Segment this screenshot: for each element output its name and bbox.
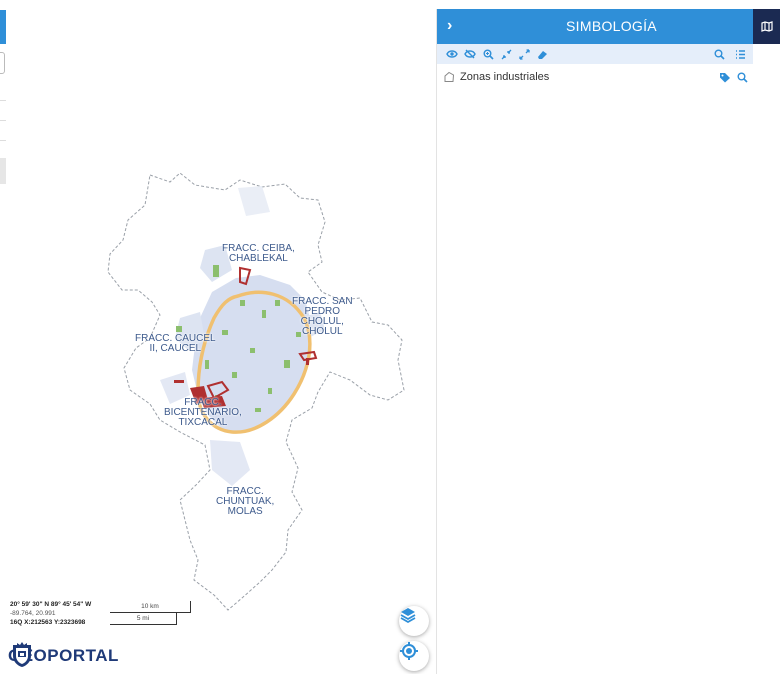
search-icon[interactable]: [712, 47, 726, 61]
polygon-icon: [444, 71, 455, 82]
map-label-bicentenario: FRACC. BICENTENARIO, TIXCACAL: [164, 397, 242, 428]
legend-panel: › SIMBOLOGÍA Zonas industriales: [436, 9, 754, 674]
scale-mi: 5 mi: [110, 613, 177, 625]
scale-bar: 10 km 5 mi: [110, 601, 192, 629]
tag-icon[interactable]: [719, 72, 731, 83]
divider: [0, 120, 6, 121]
divider: [0, 100, 6, 101]
coord-dms: 20° 59' 30" N 89° 45' 54" W: [10, 601, 92, 608]
map-label-san-pedro: FRACC. SAN PEDRO CHOLUL, CHOLUL: [292, 296, 353, 337]
map-canvas[interactable]: [0, 0, 436, 674]
coord-utm: 16Q X:212563 Y:2323698: [10, 619, 86, 626]
left-panel-item[interactable]: [0, 158, 6, 184]
map-label-caucel: FRACC. CAUCEL II, CAUCEL: [135, 333, 216, 354]
brand[interactable]: GEOPORTAL: [8, 641, 119, 671]
panel-title: SIMBOLOGÍA: [566, 18, 657, 34]
map-view[interactable]: FRACC. CEIBA, CHABLEKAL FRACC. SAN PEDRO…: [0, 0, 436, 674]
legend-toolbar: [437, 44, 754, 64]
layer-name: Zonas industriales: [460, 71, 550, 83]
locate-icon: [400, 642, 418, 660]
expand-icon[interactable]: [517, 47, 531, 61]
layers-button[interactable]: [399, 606, 429, 636]
left-toolbar-edge: [0, 0, 6, 674]
layer-item[interactable]: Zonas industriales: [443, 70, 749, 86]
map-label-ceiba: FRACC. CEIBA, CHABLEKAL: [222, 243, 295, 264]
divider: [0, 140, 6, 141]
right-sidebar: [753, 0, 780, 674]
eraser-icon[interactable]: [535, 47, 549, 61]
eye-icon[interactable]: [445, 47, 459, 61]
zoom-in-icon[interactable]: [481, 47, 495, 61]
eye-off-icon[interactable]: [463, 47, 477, 61]
map-icon: [760, 21, 773, 32]
map-label-chuntuak: FRACC. CHUNTUAK, MOLAS: [216, 486, 275, 517]
scale-km: 10 km: [110, 601, 191, 613]
panel-header: › SIMBOLOGÍA: [437, 9, 754, 44]
left-panel-tab[interactable]: [0, 10, 6, 44]
collapse-icon[interactable]: [499, 47, 513, 61]
zoom-icon[interactable]: [737, 72, 748, 83]
side-tab-map[interactable]: [753, 9, 780, 44]
locate-button[interactable]: [399, 641, 429, 671]
coat-of-arms-icon: [13, 642, 31, 667]
coordinates-readout: 20° 59' 30" N 89° 45' 54" W -89.764, 20.…: [8, 598, 112, 634]
coord-decimal: -89.764, 20.991: [10, 610, 56, 617]
list-icon[interactable]: [733, 47, 747, 61]
layers-icon: [400, 608, 416, 624]
left-search-box[interactable]: [0, 52, 5, 74]
